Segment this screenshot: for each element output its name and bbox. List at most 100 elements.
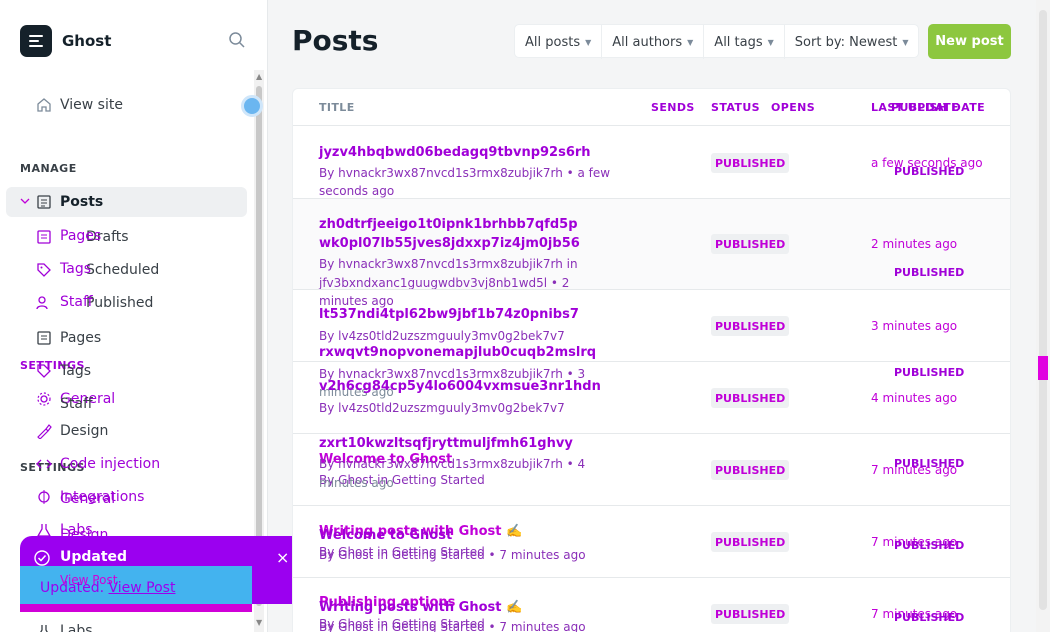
column-sends: SENDS [651,101,695,114]
row-divider [293,577,1010,578]
page-icon [37,230,51,244]
sidebar-item-general[interactable]: General Staff [36,388,115,412]
page-icon [37,331,51,345]
toast-bottom-strip [20,604,252,612]
sidebar-item-tags[interactable]: Tags [36,360,91,382]
ghost-label-staff-2: Staff [60,396,93,412]
post-title[interactable]: v2h6cg84cp5y4lo6004vxmsue3nr1hdn [319,379,601,394]
view-site-link[interactable]: View site [36,94,123,116]
post-meta: seconds ago [319,184,395,198]
integrations-icon [38,490,50,504]
publish-status: PUBLISHED [894,366,965,379]
chevron-down-icon[interactable] [20,197,30,205]
manage-heading: MANAGE [20,162,77,175]
status-badge: PUBLISHED [711,234,790,254]
filter-label: All posts [525,34,581,50]
sidebar-item-label: Design [60,423,109,439]
row-divider [293,433,1010,434]
search-icon[interactable] [228,31,246,49]
post-meta: By lv4zs0tld2uzszmguuly3mv0g2bek7v7 [319,329,565,343]
post-title[interactable]: Welcome to Ghost [319,528,452,543]
scroll-marker [1038,356,1048,380]
filter-sort[interactable]: Sort by: Newest ▼ [785,25,919,59]
sidebar-item-label: Scheduled [86,262,160,278]
sidebar-scroll-thumb[interactable] [256,86,262,606]
scroll-down-icon[interactable]: ▼ [256,618,262,627]
ghost-label-general: General [60,491,116,507]
flask-icon [40,625,48,632]
sidebar-item-pages[interactable]: Pages [36,327,101,349]
filter-tag[interactable]: All tags ▼ [704,25,785,59]
sidebar-item-label: Code injection [60,456,161,472]
status-badge: PUBLISHED [711,153,790,173]
filter-type[interactable]: All posts ▼ [515,25,603,59]
sidebar-item-label: Published [86,295,154,311]
filter-label: All tags [714,34,763,50]
brand[interactable]: Ghost [20,24,111,58]
chevron-down-icon: ▼ [902,37,909,47]
chevron-down-icon: ▼ [585,37,592,47]
post-title[interactable]: wk0pl07lb55jves8jdxxp7iz4jm0jb56 [319,236,580,251]
sidebar-item-labs-2[interactable]: Labs [36,620,93,632]
status-badge: PUBLISHED [711,388,790,408]
toast-title: Updated [60,549,128,565]
code-icon [36,459,52,469]
ghost-label-tags: Tags [60,261,91,277]
column-publish-date: PUBLISH DATE [891,101,986,114]
sidebar-item-scheduled[interactable]: Tags Scheduled [36,259,159,281]
row-divider [293,289,1010,290]
check-circle-icon [34,550,50,566]
post-title[interactable]: zxrt10kwzltsqfjryttmuljfmh61ghvy [319,436,573,451]
post-meta: By hvnackr3wx87nvcd1s3rmx8zubjik7rh in [319,257,578,271]
row-divider [293,505,1010,506]
row-divider [293,125,1010,126]
post-meta: jfv3bxndxanc1guugwdbv3vj8nb1wd5l • 2 [319,276,570,290]
new-post-button[interactable]: New post [928,24,1011,59]
sidebar-item-integrations[interactable]: Integrations General [36,486,144,508]
posts-table: TITLE SENDS STATUS OPENS LAST UPDATE PUB… [292,88,1011,632]
cursor-indicator [241,95,263,117]
status-badge: PUBLISHED [711,532,790,552]
close-icon[interactable]: × [276,548,289,567]
brand-name: Ghost [62,32,112,50]
row-divider [293,361,1010,362]
sidebar-item-label: Labs [60,623,93,632]
post-meta: By hvnackr3wx87nvcd1s3rmx8zubjik7rh • 4 [319,457,586,471]
post-title[interactable]: jyzv4hbqbwd06bedagq9tbvnp92s6rh [319,145,591,160]
column-opens: OPENS [771,101,816,114]
sidebar-item-label: Posts [60,194,104,210]
toast-message-text: Updated. [40,580,105,596]
post-meta: minutes ago [319,294,394,308]
sidebar-item-published[interactable]: Staff Published [36,292,153,314]
posts-icon [37,195,51,209]
column-title: TITLE [319,101,355,114]
updated-time: 4 minutes ago [871,391,958,405]
ghost-label-staff: Staff [60,294,93,310]
post-title[interactable]: zh0dtrfjeeigo1t0ipnk1brhbb7qfd5p [319,217,578,232]
sidebar-item-posts[interactable]: Posts [36,191,103,213]
chevron-down-icon: ▼ [767,37,774,47]
post-title[interactable]: Writing posts with Ghost ✍️ [319,600,522,615]
sidebar-item-code-injection[interactable]: Code injection [36,453,160,475]
sidebar-item-drafts[interactable]: Pages Drafts [36,226,129,248]
settings-icon [37,392,51,406]
filter-label: All authors [612,34,683,50]
scroll-up-icon[interactable]: ▲ [256,72,262,81]
filter-label: Sort by: Newest [794,34,898,50]
post-title[interactable]: lt537ndi4tpl62bw9jbf1b74z0pnibs7 [319,307,579,322]
filter-author[interactable]: All authors ▼ [602,25,705,59]
page-title: Posts [292,24,379,57]
view-post-link[interactable]: View Post [109,580,176,596]
home-icon [37,98,51,112]
publish-status: PUBLISHED [894,266,965,279]
brush-icon [37,424,52,439]
post-meta: By Ghost in Getting Started • 7 minutes … [319,620,586,632]
publish-status: PUBLISHED [894,457,965,470]
tag-icon [37,263,51,277]
main-scroll-thumb[interactable] [1039,10,1047,610]
post-title[interactable]: rxwqvt9nopvonemapjlub0cuqb2mslrq [319,345,596,360]
sidebar-item-design[interactable]: Design [36,420,108,442]
main-scrollbar[interactable] [1036,0,1050,632]
toast-message: Updated. View Post [40,580,175,596]
tag-icon [37,364,51,378]
